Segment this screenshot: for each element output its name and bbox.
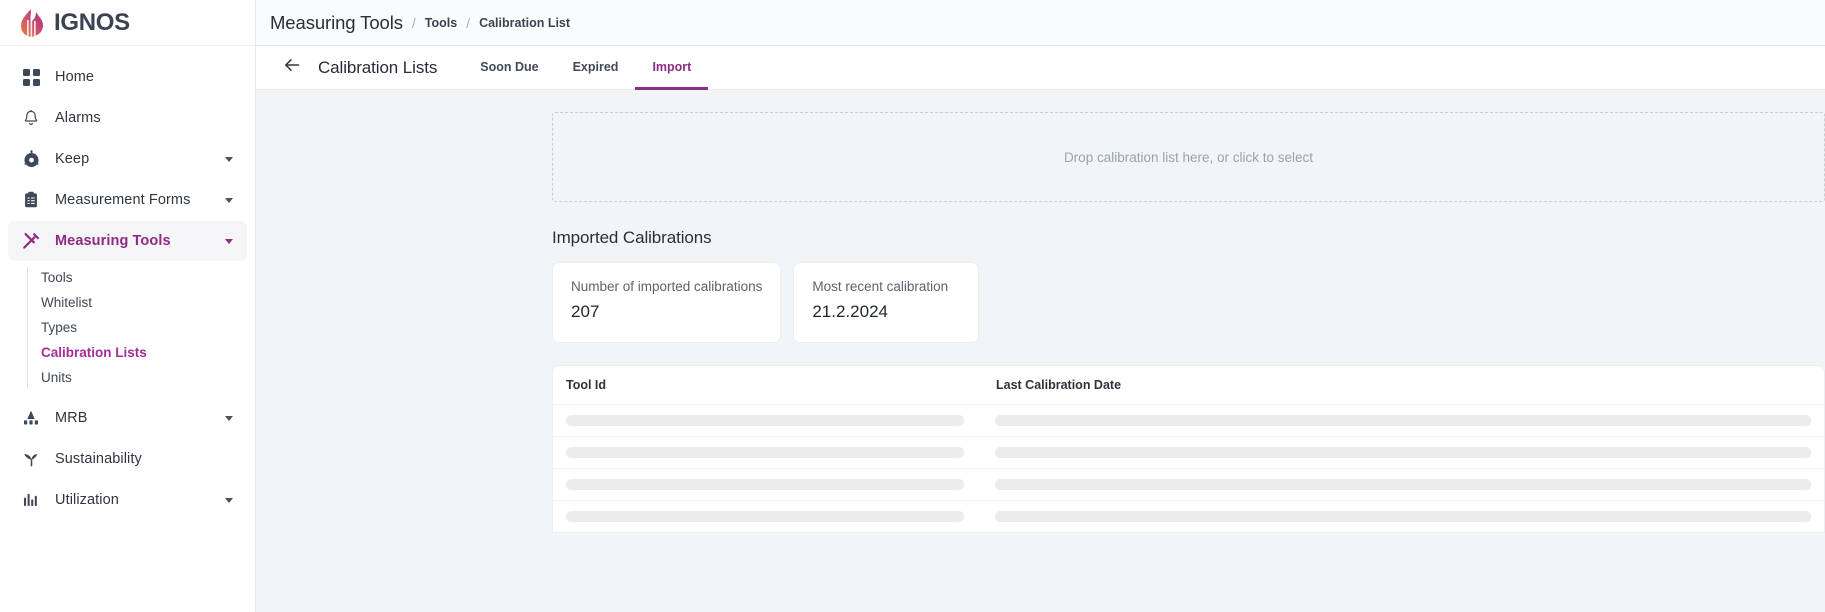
sidebar-subitem-units[interactable]: Units (24, 365, 255, 390)
skeleton-cell-tool-id (566, 415, 964, 426)
tab-label: Import (652, 59, 692, 74)
sidebar-subitem-label: Tools (41, 270, 73, 285)
sidebar-item-label: Measuring Tools (55, 233, 171, 249)
column-header-tool-id[interactable]: Tool Id (553, 378, 983, 392)
skeleton-cell-date (995, 415, 1811, 426)
content-area: Drop calibration list here, or click to … (256, 90, 1825, 612)
stat-label: Number of imported calibrations (571, 279, 763, 294)
breadcrumb: Measuring Tools / Tools / Calibration Li… (256, 0, 1825, 46)
sidebar: IGNOS Home Alarms Keep Measurement Forms… (0, 0, 256, 612)
sidebar-item-alarms[interactable]: Alarms (8, 98, 247, 138)
chevron-down-icon (225, 197, 233, 203)
table-row[interactable] (553, 500, 1824, 532)
sidebar-item-label: Home (55, 69, 95, 85)
chevron-down-icon (225, 415, 233, 421)
sidebar-subitem-types[interactable]: Types (24, 315, 255, 340)
sidebar-item-label: MRB (55, 410, 88, 426)
skeleton-cell-tool-id (566, 511, 964, 522)
clipboard-check-icon (20, 189, 42, 211)
sidebar-subitem-label: Whitelist (41, 295, 93, 310)
file-dropzone[interactable]: Drop calibration list here, or click to … (552, 112, 1825, 202)
table-row[interactable] (553, 468, 1824, 500)
table-header-row: Tool Id Last Calibration Date (553, 366, 1824, 404)
sidebar-nav: Home Alarms Keep Measurement Forms Measu… (0, 46, 255, 612)
sidebar-item-label: Sustainability (55, 451, 142, 467)
bar-chart-icon (20, 489, 42, 511)
sidebar-subnav-measuring-tools: Tools Whitelist Types Calibration Lists … (0, 265, 255, 390)
stat-value: 207 (571, 302, 600, 321)
breadcrumb-item-calibration-list[interactable]: Calibration List (479, 16, 570, 30)
breadcrumb-separator: / (411, 14, 416, 31)
back-button[interactable] (272, 46, 312, 89)
sidebar-item-label: Utilization (55, 492, 119, 508)
stat-card-most-recent: Most recent calibration 21.2.2024 (793, 262, 980, 343)
sidebar-subitem-calibration-lists[interactable]: Calibration Lists (24, 340, 255, 365)
factory-icon (20, 407, 42, 429)
sidebar-subitem-label: Types (41, 320, 78, 335)
tab-soon-due[interactable]: Soon Due (463, 46, 555, 90)
stat-card-imported-count: Number of imported calibrations 207 (552, 262, 782, 343)
brand-name: IGNOS (54, 8, 130, 36)
chevron-down-icon (225, 238, 233, 244)
breadcrumb-item-tools[interactable]: Tools (425, 16, 457, 30)
sidebar-subitem-tools[interactable]: Tools (24, 265, 255, 290)
sidebar-subitem-whitelist[interactable]: Whitelist (24, 290, 255, 315)
stat-card-group: Number of imported calibrations 207 Most… (552, 262, 1825, 343)
calibrations-table: Tool Id Last Calibration Date (552, 365, 1825, 533)
skeleton-cell-tool-id (566, 447, 964, 458)
section-title: Imported Calibrations (552, 228, 712, 247)
arrow-left-icon (282, 55, 302, 80)
view-title: Calibration Lists (318, 57, 438, 77)
sidebar-item-label: Keep (55, 151, 90, 167)
breadcrumb-separator: / (466, 14, 471, 31)
sidebar-item-measuring-tools[interactable]: Measuring Tools (8, 221, 247, 261)
sidebar-item-mrb[interactable]: MRB (8, 398, 247, 438)
sprout-icon (20, 448, 42, 470)
chevron-down-icon (225, 497, 233, 503)
skeleton-cell-date (995, 479, 1811, 490)
tab-bar: Calibration Lists Soon Due Expired Impor… (256, 46, 1825, 90)
bell-icon (20, 107, 42, 129)
skeleton-cell-date (995, 511, 1811, 522)
table-row[interactable] (553, 404, 1824, 436)
column-header-last-calibration-date[interactable]: Last Calibration Date (983, 378, 1824, 392)
sidebar-item-utilization[interactable]: Utilization (8, 480, 247, 520)
sidebar-item-label: Alarms (55, 110, 101, 126)
caliper-tools-icon (20, 230, 42, 252)
dropzone-label: Drop calibration list here, or click to … (1063, 149, 1314, 165)
tab-label: Expired (572, 59, 619, 74)
sidebar-item-keep[interactable]: Keep (8, 139, 247, 179)
chevron-down-icon (225, 156, 233, 162)
skeleton-cell-date (995, 447, 1811, 458)
brand[interactable]: IGNOS (0, 0, 255, 46)
grid-icon (20, 66, 42, 88)
main-area: Measuring Tools / Tools / Calibration Li… (256, 0, 1825, 612)
skeleton-cell-tool-id (566, 479, 964, 490)
sidebar-subitem-label: Calibration Lists (41, 345, 147, 360)
sidebar-item-measurement-forms[interactable]: Measurement Forms (8, 180, 247, 220)
sidebar-item-home[interactable]: Home (8, 57, 247, 97)
page-title: Measuring Tools (270, 11, 403, 33)
stat-label: Most recent calibration (812, 279, 949, 294)
sidebar-subitem-label: Units (41, 370, 72, 385)
chuck-icon (20, 148, 42, 170)
tab-expired[interactable]: Expired (556, 46, 636, 90)
tab-label: Soon Due (480, 59, 539, 74)
sidebar-item-label: Measurement Forms (55, 192, 191, 208)
tab-import[interactable]: Import (635, 46, 709, 90)
flame-logo-icon (21, 8, 43, 37)
stat-value: 21.2.2024 (812, 302, 888, 321)
table-row[interactable] (553, 436, 1824, 468)
app-root: IGNOS Home Alarms Keep Measurement Forms… (0, 0, 1825, 612)
sidebar-item-sustainability[interactable]: Sustainability (8, 439, 247, 479)
